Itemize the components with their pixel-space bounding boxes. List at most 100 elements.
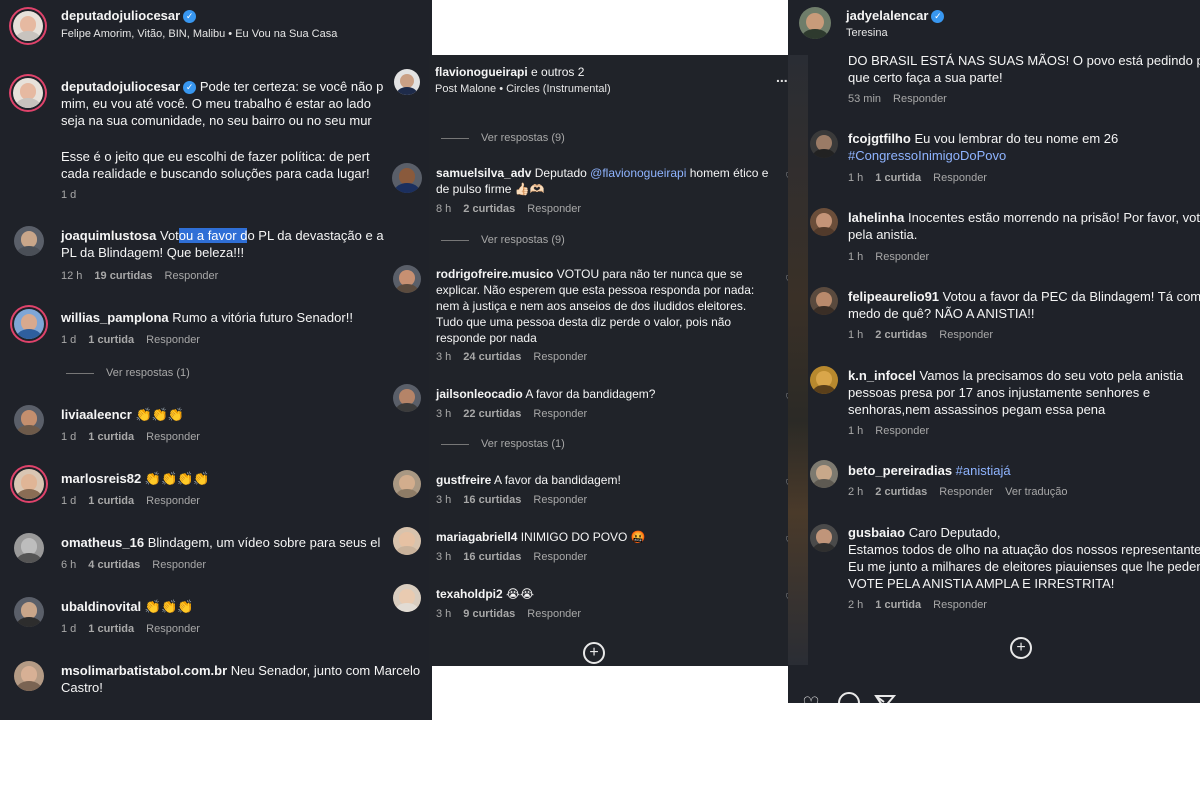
avatar[interactable] [14,533,44,563]
comment-text: gustfreire A favor da bandidagem! [436,473,621,487]
reply-button[interactable]: Responder [527,203,581,215]
more-options-icon[interactable]: ... [776,69,788,85]
add-comment-plus-icon[interactable]: + [1010,637,1032,659]
comment-bubble-icon[interactable] [838,692,860,703]
reply-button[interactable]: Responder [146,431,200,443]
likes-count[interactable]: 19 curtidas [94,270,152,282]
likes-count[interactable]: 16 curtidas [463,551,521,563]
avatar[interactable] [14,405,44,435]
reply-button[interactable]: Responder [939,486,993,498]
likes-count[interactable]: 16 curtidas [463,494,521,506]
mention-link[interactable]: @flavionogueirapi [590,166,686,180]
comment-meta: 1 d1 curtida Responder [61,431,200,443]
hashtag-link[interactable]: #anistiajá [956,463,1011,478]
comment-meta: 1 d1 curtida Responder [61,623,200,635]
avatar[interactable] [393,527,421,555]
video-edge [788,55,808,665]
reply-button[interactable]: Responder [893,93,947,105]
avatar[interactable] [13,78,43,108]
post-audio[interactable]: Post Malone • Circles (Instrumental) [435,83,611,95]
likes-count[interactable]: 1 curtida [875,599,921,611]
avatar[interactable] [799,7,831,39]
likes-count[interactable]: 24 curtidas [463,351,521,363]
avatar[interactable] [810,460,838,488]
post-audio[interactable]: Felipe Amorim, Vitão, BIN, Malibu • Eu V… [61,28,337,40]
avatar[interactable] [14,661,44,691]
avatar[interactable] [14,469,44,499]
avatar[interactable] [393,384,421,412]
post-author[interactable]: jadyelalencar ✓ [846,7,945,24]
view-replies-button[interactable]: Ver respostas (1) [66,367,202,379]
reply-button[interactable]: Responder [527,608,581,620]
likes-count[interactable]: 2 curtidas [875,329,927,341]
comment-text: gusbaiao Caro Deputado, [848,525,1001,540]
post-author[interactable]: flavionogueirapi e outros 2 [435,64,584,81]
comment-text: explicar. Não esperem que esta pessoa re… [436,283,755,297]
likes-count[interactable]: 1 curtida [875,172,921,184]
reply-button[interactable]: Responder [152,559,206,571]
reply-button[interactable]: Responder [875,251,929,263]
avatar[interactable] [393,265,421,293]
divider [66,372,94,374]
comment-meta: 2 h1 curtida Responder [848,599,987,611]
post-author[interactable]: deputadojuliocesar ✓ [61,7,197,24]
verified-icon: ✓ [183,10,197,23]
reply-button[interactable]: Responder [533,494,587,506]
caption-line: deputadojuliocesar ✓ Pode ter certeza: se… [61,79,384,94]
view-replies-button[interactable]: Ver respostas (1) [441,438,577,450]
reply-button[interactable]: Responder [933,172,987,184]
reply-button[interactable]: Responder [146,334,200,346]
add-comment-plus-icon[interactable]: + [583,642,605,664]
share-send-icon[interactable] [874,694,896,703]
comment-meta: 3 h 16 curtidas Responder [436,551,588,563]
likes-count[interactable]: 9 curtidas [463,608,515,620]
comment-meta: 1 h Responder [848,425,930,437]
reply-button[interactable]: Responder [533,408,587,420]
view-replies-button[interactable]: Ver respostas (9) [441,234,577,246]
avatar[interactable] [394,69,420,95]
avatar[interactable] [14,226,44,256]
reply-button[interactable]: Responder [533,551,587,563]
comments-panel-jadyelalencar: jadyelalencar ✓ Teresina DO BRASIL ESTÁ N… [788,0,1200,703]
reply-button[interactable]: Responder [875,425,929,437]
likes-count[interactable]: 1 curtida [88,334,134,346]
view-replies-button[interactable]: Ver respostas (9) [441,132,577,144]
avatar[interactable] [810,208,838,236]
comment-text: felipeaurelio91 Votou a favor da PEC da … [848,289,1200,304]
avatar[interactable] [14,309,44,339]
likes-count[interactable]: 2 curtidas [875,486,927,498]
avatar[interactable] [14,597,44,627]
likes-count[interactable]: 4 curtidas [88,559,140,571]
comment-text: Eu me junto a milhares de eleitores piau… [848,559,1200,574]
likes-count[interactable]: 1 curtida [88,623,134,635]
like-heart-icon[interactable]: ♡ [802,692,820,703]
avatar[interactable] [810,366,838,394]
reply-button[interactable]: Responder [933,599,987,611]
post-location[interactable]: Teresina [846,27,888,39]
comment-meta: 1 h2 curtidas Responder [848,329,994,341]
divider [441,239,469,241]
avatar[interactable] [810,524,838,552]
reply-button[interactable]: Responder [533,351,587,363]
likes-count[interactable]: 2 curtidas [463,203,515,215]
avatar[interactable] [810,287,838,315]
divider [441,137,469,139]
comment-text: fcojgtfilho Eu vou lembrar do teu nome e… [848,131,1119,146]
comment-meta: 12 h 19 curtidas Responder [61,270,219,282]
likes-count[interactable]: 22 curtidas [463,408,521,420]
reply-button[interactable]: Responder [165,270,219,282]
avatar[interactable] [393,470,421,498]
hashtag-link[interactable]: #CongressoInimigoDoPovo [848,147,1006,164]
avatar[interactable] [810,130,838,158]
avatar[interactable] [13,11,43,41]
reply-button[interactable]: Responder [939,329,993,341]
comment-text: rodrigofreire.musico VOTOU para não ter … [436,267,743,281]
avatar[interactable] [393,584,421,612]
comment-text: samuelsilva_adv Deputado @flavionogueira… [436,166,769,180]
reply-button[interactable]: Responder [146,495,200,507]
translate-button[interactable]: Ver tradução [1005,486,1067,498]
likes-count[interactable]: 1 curtida [88,495,134,507]
reply-button[interactable]: Responder [146,623,200,635]
avatar[interactable] [392,163,422,193]
likes-count[interactable]: 1 curtida [88,431,134,443]
